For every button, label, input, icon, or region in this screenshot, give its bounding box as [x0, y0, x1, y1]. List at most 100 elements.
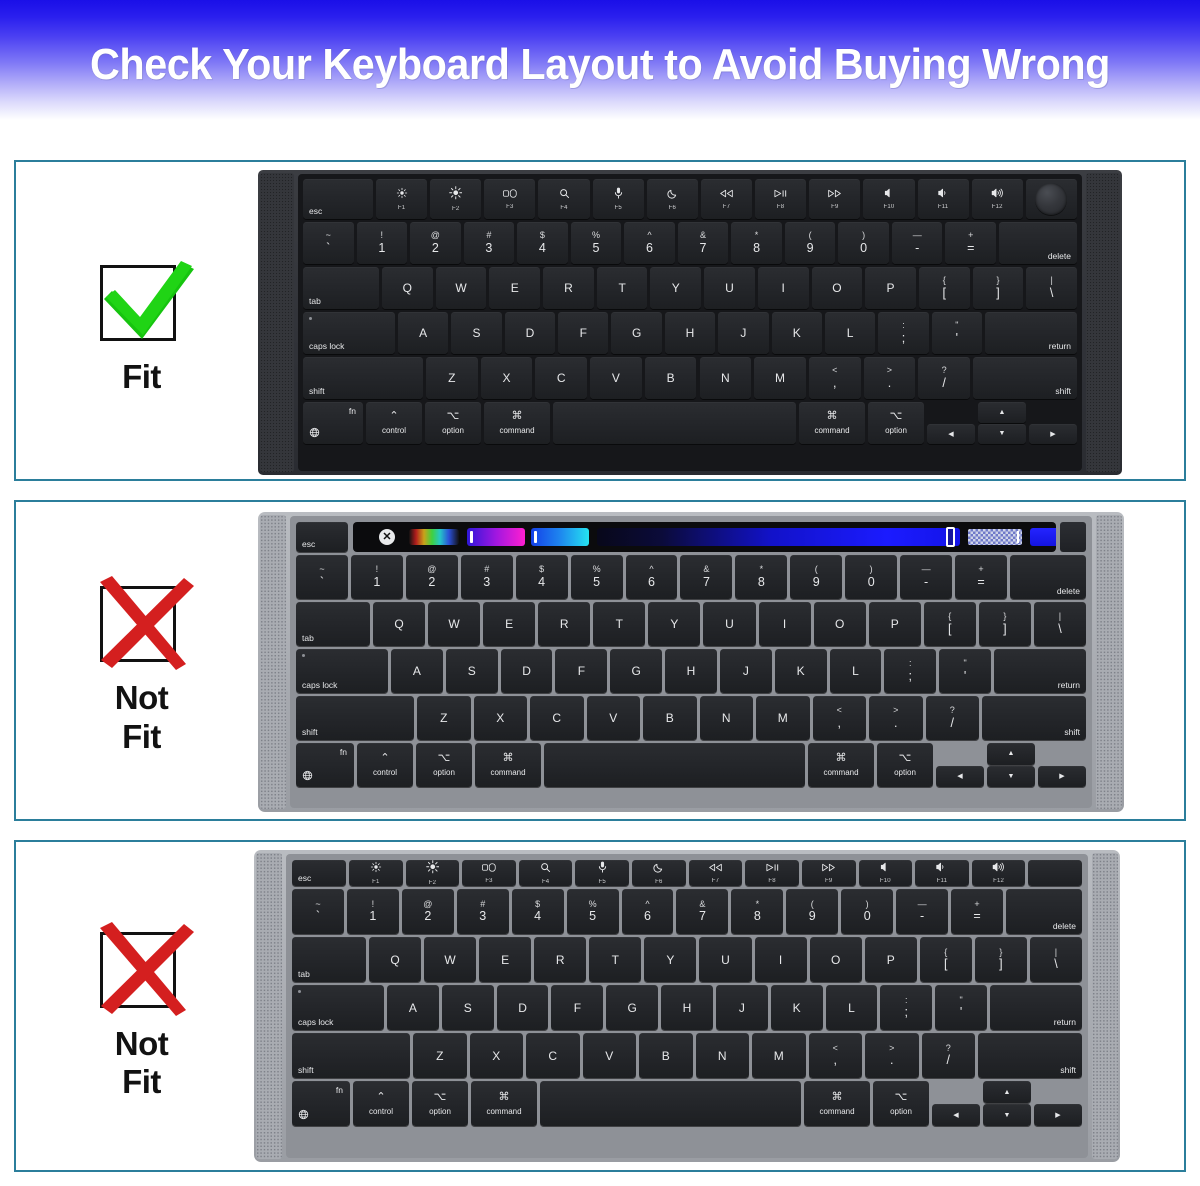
key-8[interactable]: * 8: [735, 555, 788, 599]
key-f7[interactable]: F7: [688, 860, 743, 886]
key-esc[interactable]: esc: [303, 179, 373, 219]
key-k[interactable]: K: [774, 649, 827, 693]
key-option-left[interactable]: ⌥ option: [416, 743, 472, 787]
touchbar-position-cursor[interactable]: [946, 527, 955, 547]
key-6[interactable]: ^ 6: [621, 889, 674, 934]
key-0[interactable]: ) 0: [845, 555, 898, 599]
touchbar-rainbow-slider[interactable]: [409, 529, 459, 545]
key-f11[interactable]: F11: [917, 179, 969, 219]
key-i[interactable]: I: [754, 937, 807, 982]
key-o[interactable]: O: [813, 602, 866, 646]
key-4[interactable]: $4: [515, 555, 568, 599]
key-return[interactable]: return: [990, 985, 1082, 1030]
key-e[interactable]: E: [483, 602, 536, 646]
key-slash[interactable]: ? /: [918, 357, 970, 399]
key-delete[interactable]: delete: [1010, 555, 1086, 599]
key-t[interactable]: T: [589, 937, 642, 982]
key-f6[interactable]: F6: [646, 179, 698, 219]
key-3[interactable]: #3: [460, 555, 513, 599]
key-8[interactable]: * 8: [731, 889, 784, 934]
key-l[interactable]: L: [829, 649, 882, 693]
key-arrow-up[interactable]: ▲: [987, 743, 1035, 765]
key-a[interactable]: A: [391, 649, 443, 693]
key-h[interactable]: H: [661, 985, 713, 1030]
key-d[interactable]: D: [504, 312, 556, 354]
key-esc[interactable]: esc: [296, 522, 348, 552]
key-9[interactable]: (9: [786, 889, 839, 934]
key-i[interactable]: I: [757, 267, 809, 309]
key-b[interactable]: B: [639, 1033, 693, 1078]
key-option-right[interactable]: ⌥ option: [877, 743, 933, 787]
key-r[interactable]: R: [543, 267, 594, 309]
key-semicolon[interactable]: :;: [884, 649, 937, 693]
key-p[interactable]: P: [865, 267, 916, 309]
key-backslash[interactable]: | \: [1033, 602, 1086, 646]
key-q[interactable]: Q: [369, 937, 422, 982]
key-touchbar-end[interactable]: [1060, 522, 1086, 552]
key-0[interactable]: ) 0: [838, 222, 889, 264]
key-c[interactable]: C: [535, 357, 588, 399]
key-k[interactable]: K: [770, 985, 823, 1030]
key-option-right[interactable]: ⌥ option: [868, 402, 924, 444]
key-command-right[interactable]: ⌘ command: [808, 743, 874, 787]
key-w[interactable]: W: [424, 937, 477, 982]
key-f2[interactable]: F2: [430, 179, 482, 219]
key-v[interactable]: V: [586, 696, 640, 740]
key-command-right[interactable]: ⌘ command: [799, 402, 865, 444]
key-1[interactable]: ! 1: [356, 222, 408, 264]
key-esc[interactable]: esc: [292, 860, 346, 886]
key-w[interactable]: W: [428, 602, 481, 646]
key-f10[interactable]: F10: [858, 860, 913, 886]
key-5[interactable]: % 5: [570, 222, 622, 264]
key-option-left[interactable]: ⌥ option: [425, 402, 481, 444]
key-j[interactable]: J: [715, 985, 768, 1030]
key-f[interactable]: F: [551, 985, 604, 1030]
key-=[interactable]: + =: [955, 555, 1007, 599]
key-a[interactable]: A: [398, 312, 449, 354]
key-f[interactable]: F: [558, 312, 609, 354]
key-comma[interactable]: <,: [808, 1033, 862, 1078]
key-period[interactable]: >.: [863, 357, 916, 399]
key-k[interactable]: K: [771, 312, 822, 354]
key-backslash[interactable]: | \: [1029, 937, 1082, 982]
key-left-bracket[interactable]: {[: [923, 602, 976, 646]
key-shift-right[interactable]: shift: [978, 1033, 1082, 1078]
touch-bar[interactable]: ✕: [353, 522, 1056, 552]
key-backslash[interactable]: | \: [1026, 267, 1077, 309]
key-shift-right[interactable]: shift: [982, 696, 1086, 740]
key-f6[interactable]: F6: [632, 860, 686, 886]
key-`[interactable]: ~ `: [296, 555, 348, 599]
key-b[interactable]: B: [644, 357, 697, 399]
key-f1[interactable]: F1: [376, 179, 428, 219]
key-z[interactable]: Z: [426, 357, 478, 399]
key-comma[interactable]: <,: [812, 696, 866, 740]
key-arrow-down[interactable]: ▼: [978, 423, 1026, 444]
key-6[interactable]: ^ 6: [625, 555, 678, 599]
key-c[interactable]: C: [526, 1033, 580, 1078]
key-left-bracket[interactable]: {[: [918, 267, 970, 309]
key-8[interactable]: * 8: [731, 222, 782, 264]
key-n[interactable]: N: [699, 357, 752, 399]
key-g[interactable]: G: [606, 985, 659, 1030]
key-f1[interactable]: F1: [349, 860, 403, 886]
key-arrow-left[interactable]: ◀: [932, 1104, 980, 1126]
key-control[interactable]: ⌃ control: [366, 402, 422, 444]
key-tab[interactable]: tab: [296, 602, 370, 646]
key-tab[interactable]: tab: [303, 267, 379, 309]
key-t[interactable]: T: [596, 267, 648, 309]
key-space[interactable]: [553, 402, 796, 444]
key-9[interactable]: (9: [790, 555, 843, 599]
key-left-bracket[interactable]: {[: [919, 937, 972, 982]
key-caps-lock[interactable]: caps lock: [296, 649, 388, 693]
key-semicolon[interactable]: :;: [878, 312, 929, 354]
key-j[interactable]: J: [719, 649, 772, 693]
key-t[interactable]: T: [593, 602, 646, 646]
key-e[interactable]: E: [489, 267, 541, 309]
key-f5[interactable]: F5: [575, 860, 630, 886]
key-j[interactable]: J: [718, 312, 769, 354]
key-o[interactable]: O: [811, 267, 863, 309]
key-quote[interactable]: " ': [939, 649, 991, 693]
key-4[interactable]: $4: [517, 222, 568, 264]
key-n[interactable]: N: [699, 696, 753, 740]
key-7[interactable]: & 7: [677, 222, 729, 264]
